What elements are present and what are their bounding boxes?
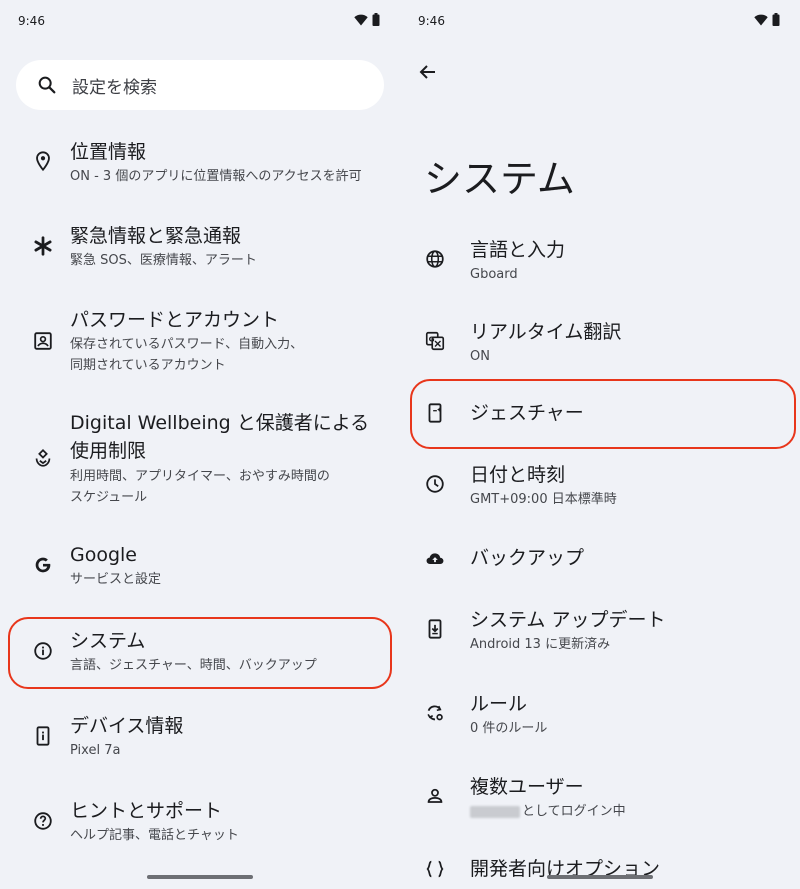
settings-item-passwords-accounts[interactable]: パスワードとアカウント 保存されているパスワード、自動入力、 同期されているアカ…	[0, 306, 400, 378]
settings-item-subtitle-line2: スケジュール	[70, 490, 148, 505]
settings-item-subtitle-line2: 同期されているアカウント	[70, 358, 226, 373]
settings-item-title: ヒントとサポート	[70, 800, 223, 822]
settings-item-title: 日付と時刻	[470, 464, 566, 486]
settings-item-digital-wellbeing[interactable]: Digital Wellbeing と保護者による 使用制限 利用時間、アプリタ…	[0, 409, 400, 509]
account-box-icon	[34, 332, 52, 350]
wifi-icon	[354, 14, 368, 25]
braces-icon	[426, 860, 444, 878]
rules-icon	[427, 705, 443, 721]
settings-item-title: システム	[70, 630, 146, 652]
settings-item-google[interactable]: Google サービスと設定	[0, 541, 400, 601]
settings-item-system[interactable]: システム 言語、ジェスチャー、時間、バックアップ	[0, 627, 400, 687]
settings-item-title: バックアップ	[470, 547, 585, 569]
settings-item-subtitle: サービスと設定	[70, 572, 162, 587]
settings-item-subtitle: Gboard	[470, 267, 518, 282]
blurred-username	[470, 805, 520, 818]
settings-item-title: 緊急情報と緊急通報	[70, 225, 242, 247]
settings-item-title: 位置情報	[70, 141, 147, 163]
location-pin-icon	[36, 151, 50, 172]
system-update-icon	[428, 619, 442, 639]
system-item-backup[interactable]: バックアップ	[400, 544, 800, 576]
battery-icon	[772, 13, 780, 26]
settings-item-tips-support[interactable]: ヒントとサポート ヘルプ記事、電話とチャット	[0, 797, 400, 857]
settings-item-title: Google	[70, 544, 138, 566]
nav-handle[interactable]	[147, 875, 253, 879]
status-time: 9:46	[18, 14, 45, 28]
settings-item-subtitle: としてログイン中	[470, 801, 780, 822]
settings-item-subtitle: Pixel 7a	[70, 743, 121, 758]
settings-item-subtitle: 0 件のルール	[470, 721, 548, 736]
globe-icon	[426, 250, 444, 268]
settings-item-subtitle: 緊急 SOS、医療情報、アラート	[70, 253, 257, 268]
help-icon	[34, 812, 52, 830]
google-g-icon	[35, 557, 51, 573]
settings-item-title: 言語と入力	[470, 239, 566, 261]
person-icon	[427, 788, 443, 803]
system-item-rules[interactable]: ルール 0 件のルール	[400, 690, 800, 746]
back-arrow-icon[interactable]	[416, 60, 440, 84]
page-title: システム	[424, 157, 575, 201]
settings-item-title: リアルタイム翻訳	[470, 321, 622, 343]
settings-item-title: デバイス情報	[70, 715, 184, 737]
settings-main-panel: 9:46 設定を検索 位置情報 ON - 3 個のアプリに位置情報へのアクセスを…	[0, 0, 400, 889]
system-item-developer-options[interactable]: 開発者向けオプション	[400, 855, 800, 887]
search-placeholder: 設定を検索	[72, 77, 157, 98]
settings-item-subtitle-line1: 保存されているパスワード、自動入力、	[70, 337, 304, 352]
settings-item-subtitle: 言語、ジェスチャー、時間、バックアップ	[70, 658, 317, 673]
status-icons	[354, 13, 380, 26]
settings-item-subtitle: ON	[470, 349, 490, 364]
search-icon	[38, 76, 56, 94]
search-bar[interactable]: 設定を検索	[16, 60, 384, 110]
gesture-phone-icon	[428, 403, 442, 423]
status-time: 9:46	[418, 14, 445, 28]
system-item-system-update[interactable]: システム アップデート Android 13 に更新済み	[400, 606, 800, 662]
settings-item-subtitle: ON - 3 個のアプリに位置情報へのアクセスを許可	[70, 169, 362, 184]
clock-icon	[426, 475, 444, 493]
settings-item-subtitle: Android 13 に更新済み	[470, 637, 611, 652]
settings-item-subtitle: ヘルプ記事、電話とチャット	[70, 828, 239, 843]
system-item-languages-input[interactable]: 言語と入力 Gboard	[400, 236, 800, 292]
settings-item-subtitle: GMT+09:00 日本標準時	[470, 492, 617, 507]
wellbeing-icon	[35, 448, 51, 467]
settings-item-device-info[interactable]: デバイス情報 Pixel 7a	[0, 712, 400, 772]
svg-text:G: G	[429, 334, 435, 343]
battery-icon	[372, 13, 380, 26]
settings-item-emergency[interactable]: 緊急情報と緊急通報 緊急 SOS、医療情報、アラート	[0, 222, 400, 282]
settings-item-location[interactable]: 位置情報 ON - 3 個のアプリに位置情報へのアクセスを許可	[0, 138, 400, 198]
system-settings-panel: 9:46 システム 言語と入力 Gboard G リアルタイム翻訳 ON ジェス…	[400, 0, 800, 889]
settings-item-title: システム アップデート	[470, 609, 666, 631]
system-item-live-translate[interactable]: G リアルタイム翻訳 ON	[400, 318, 800, 374]
info-icon	[34, 642, 52, 660]
translate-icon: G	[425, 331, 445, 351]
settings-item-title: ジェスチャー	[470, 402, 584, 424]
settings-item-subtitle-line1: 利用時間、アプリタイマー、おやすみ時間の	[70, 469, 330, 484]
system-item-date-time[interactable]: 日付と時刻 GMT+09:00 日本標準時	[400, 461, 800, 517]
settings-item-title: パスワードとアカウント	[70, 309, 280, 331]
status-icons	[754, 13, 780, 26]
logged-in-text: としてログイン中	[522, 804, 626, 819]
settings-item-title: 複数ユーザー	[470, 776, 584, 798]
system-item-gestures[interactable]: ジェスチャー	[400, 399, 800, 431]
phone-info-icon	[36, 726, 50, 746]
system-item-multiple-users[interactable]: 複数ユーザー としてログイン中	[400, 773, 800, 829]
wifi-icon	[754, 14, 768, 25]
nav-handle[interactable]	[547, 875, 653, 879]
asterisk-icon	[34, 236, 52, 256]
settings-item-title-line1: Digital Wellbeing と保護者による	[70, 412, 370, 434]
cloud-upload-icon	[426, 553, 444, 564]
settings-item-title-line2: 使用制限	[70, 440, 147, 462]
settings-item-title: ルール	[470, 693, 528, 715]
